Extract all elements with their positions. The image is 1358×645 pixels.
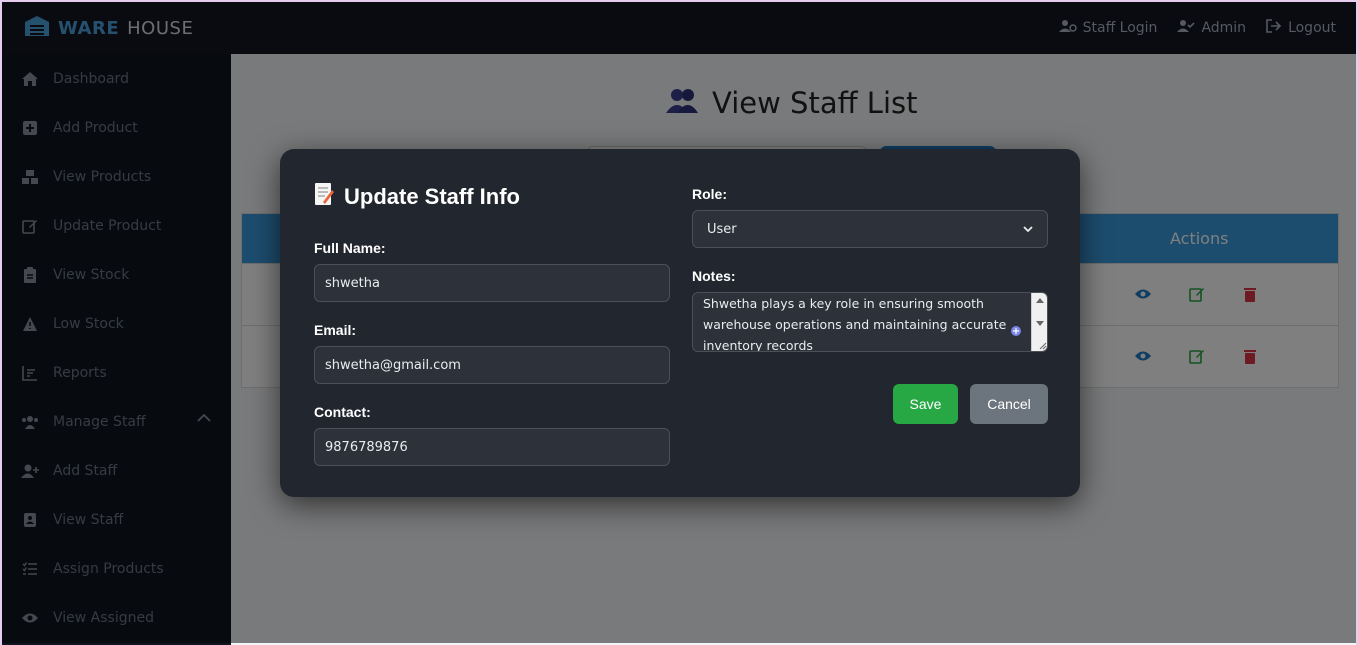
notes-label: Notes: xyxy=(692,268,736,284)
email-label: Email: xyxy=(314,322,357,338)
plus-circle-icon xyxy=(1011,321,1021,342)
role-select[interactable]: User xyxy=(692,210,1048,248)
notes-textarea[interactable]: Shwetha plays a key role in ensuring smo… xyxy=(692,292,1048,352)
modal-title-text: Update Staff Info xyxy=(344,184,520,209)
email-input[interactable]: shwetha@gmail.com xyxy=(314,346,670,384)
chevron-down-icon xyxy=(1023,222,1033,237)
notes-scrollbar[interactable] xyxy=(1031,293,1047,351)
memo-icon xyxy=(314,182,334,212)
contact-label: Contact: xyxy=(314,404,371,420)
modal-title: Update Staff Info xyxy=(314,182,520,212)
role-label: Role: xyxy=(692,186,727,202)
full-name-label: Full Name: xyxy=(314,240,386,256)
role-select-value: User xyxy=(707,221,737,237)
cancel-button[interactable]: Cancel xyxy=(970,384,1048,424)
full-name-input[interactable]: shwetha xyxy=(314,264,670,302)
save-button[interactable]: Save xyxy=(893,384,958,424)
notes-text: Shwetha plays a key role in ensuring smo… xyxy=(703,296,1007,352)
contact-input[interactable]: 9876789876 xyxy=(314,428,670,466)
update-staff-modal: Update Staff Info Full Name: shwetha Ema… xyxy=(280,149,1080,497)
